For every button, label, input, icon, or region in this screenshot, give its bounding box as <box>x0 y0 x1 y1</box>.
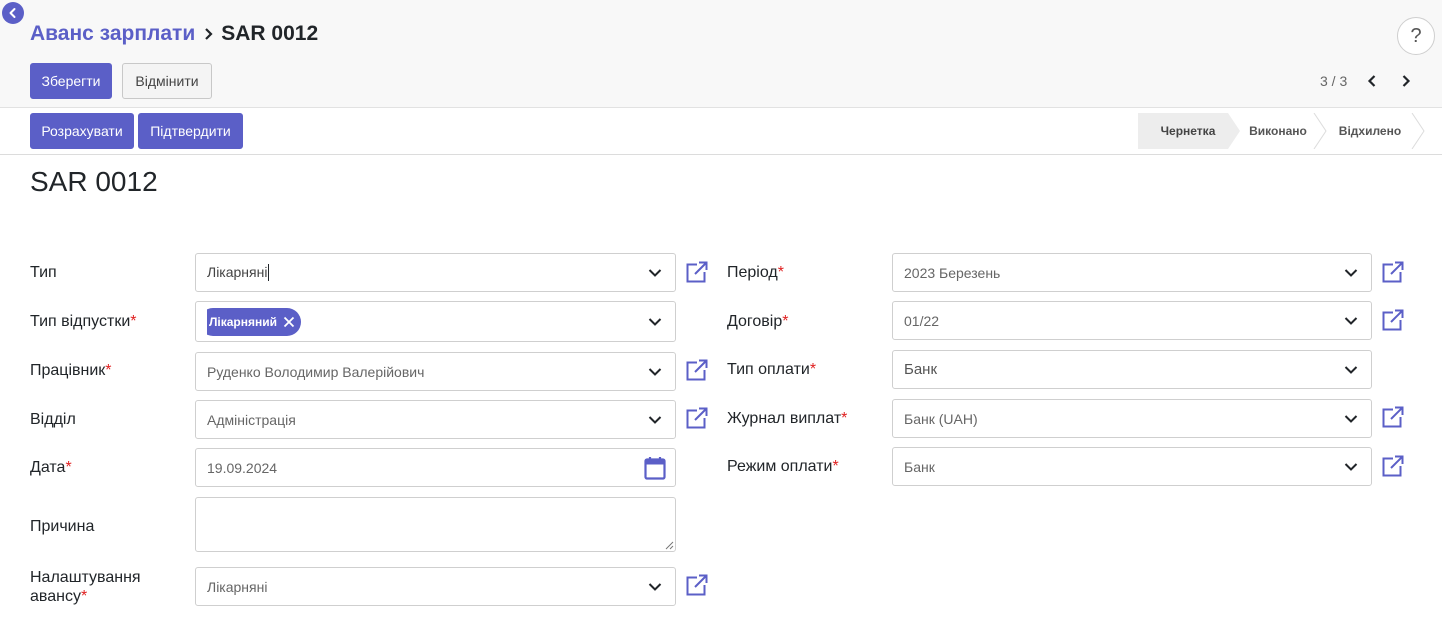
control-panel: Аванс зарплати SAR 0012 ? Зберегти Відмі… <box>0 0 1442 108</box>
period-value: 2023 Березень <box>904 264 1001 281</box>
stage-rejected[interactable]: Відхилено <box>1328 113 1412 149</box>
payment-mode-value: Банк <box>904 458 935 475</box>
payment-type-label: Тип оплати* <box>727 361 817 378</box>
date-value: 19.09.2024 <box>207 459 278 476</box>
payment-journal-value: Банк (UAH) <box>904 410 978 427</box>
back-arrow-icon <box>9 8 16 18</box>
advance-settings-value: Лікарняні <box>207 578 268 595</box>
advance-settings-label: Налаштування авансу* <box>30 569 141 605</box>
chevron-down-icon[interactable] <box>635 568 675 605</box>
save-button[interactable]: Зберегти <box>30 63 112 99</box>
type-value: Лікарняні <box>207 263 268 280</box>
close-icon[interactable] <box>283 316 295 328</box>
contract-value: 01/22 <box>904 312 940 329</box>
stage-done[interactable]: Виконано <box>1238 113 1318 149</box>
external-link-icon[interactable] <box>1381 260 1405 284</box>
confirm-button[interactable]: Підтвердити <box>138 113 243 149</box>
chevron-down-icon[interactable] <box>1331 302 1371 339</box>
external-link-icon[interactable] <box>685 573 709 597</box>
status-bar: Розрахувати Підтвердити Чернетка Виконан… <box>0 108 1442 155</box>
payment-type-field[interactable]: Банк <box>892 350 1372 389</box>
breadcrumb: Аванс зарплати SAR 0012 <box>30 20 318 48</box>
date-field[interactable]: 19.09.2024 <box>195 448 676 487</box>
chevron-down-icon[interactable] <box>1331 351 1371 388</box>
chevron-down-icon[interactable] <box>1331 400 1371 437</box>
chevron-right-icon <box>203 27 215 41</box>
external-link-icon[interactable] <box>685 260 709 284</box>
chevron-down-icon[interactable] <box>1331 254 1371 291</box>
external-link-icon[interactable] <box>1381 454 1405 478</box>
record-title: SAR 0012 <box>30 166 158 197</box>
pager: 3 / 3 <box>1320 68 1419 94</box>
department-field[interactable]: Адміністрація <box>195 400 676 439</box>
department-label: Відділ <box>30 411 76 428</box>
external-link-icon[interactable] <box>1381 405 1405 429</box>
leave-type-tag: Лікарняний <box>207 307 302 336</box>
pager-previous-button[interactable] <box>1359 68 1385 94</box>
calendar-icon[interactable] <box>635 449 675 486</box>
chevron-down-icon[interactable] <box>635 353 675 390</box>
help-icon: ? <box>1410 24 1422 47</box>
external-link-icon[interactable] <box>685 358 709 382</box>
chevron-down-icon[interactable] <box>635 401 675 438</box>
employee-label: Працівник* <box>30 362 112 379</box>
payment-journal-label: Журнал виплат* <box>727 410 848 427</box>
department-value: Адміністрація <box>207 411 296 428</box>
external-link-icon[interactable] <box>1381 308 1405 332</box>
chevron-down-icon[interactable] <box>635 303 675 340</box>
type-label: Тип <box>30 264 57 281</box>
back-button[interactable] <box>2 2 24 24</box>
external-link-icon[interactable] <box>685 406 709 430</box>
calculate-button[interactable]: Розрахувати <box>30 113 134 149</box>
contract-field[interactable]: 01/22 <box>892 301 1372 340</box>
advance-settings-field[interactable]: Лікарняні <box>195 567 676 606</box>
stage-pipeline: Чернетка Виконано Відхилено <box>1138 113 1428 149</box>
payment-journal-field[interactable]: Банк (UAH) <box>892 399 1372 438</box>
leave-type-field[interactable]: Лікарняний <box>195 301 676 342</box>
breadcrumb-parent-link[interactable]: Аванс зарплати <box>30 22 195 46</box>
period-label: Період* <box>727 264 784 281</box>
reason-label: Причина <box>30 518 95 535</box>
pager-next-button[interactable] <box>1393 68 1419 94</box>
period-field[interactable]: 2023 Березень <box>892 253 1372 292</box>
payment-type-value: Банк <box>904 361 938 378</box>
contract-label: Договір* <box>727 313 789 330</box>
discard-button[interactable]: Відмінити <box>122 63 212 99</box>
payment-mode-field[interactable]: Банк <box>892 447 1372 486</box>
breadcrumb-current: SAR 0012 <box>221 22 319 45</box>
payment-mode-label: Режим оплати* <box>727 458 839 475</box>
resize-handle-icon[interactable] <box>665 541 674 550</box>
chevron-right-icon <box>1402 75 1411 87</box>
chevron-down-icon[interactable] <box>635 254 675 291</box>
employee-field[interactable]: Руденко Володимир Валерійович <box>195 352 676 391</box>
reason-textarea[interactable] <box>195 497 676 552</box>
chevron-down-icon[interactable] <box>1331 448 1371 485</box>
employee-value: Руденко Володимир Валерійович <box>207 363 425 380</box>
chevron-left-icon <box>1368 75 1376 87</box>
help-button[interactable]: ? <box>1397 17 1435 55</box>
leave-type-label: Тип відпустки* <box>30 313 137 330</box>
pager-value: 3 / 3 <box>1320 73 1348 89</box>
stage-draft[interactable]: Чернетка <box>1138 113 1238 149</box>
type-field[interactable]: Лікарняні <box>195 253 676 292</box>
date-label: Дата* <box>30 459 72 476</box>
